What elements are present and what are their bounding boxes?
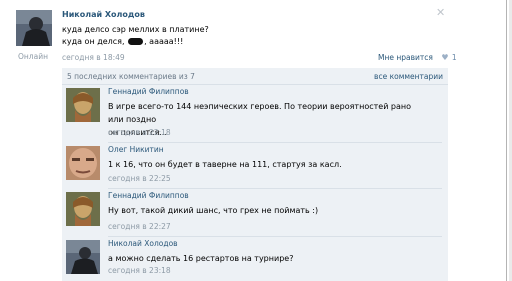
like-button[interactable]: Мне нравится ♥ 1 (378, 53, 457, 62)
comment-item: Олег Никитин 1 к 16, что он будет в таве… (62, 144, 448, 188)
comment-item: Геннадий Филиппов В игре всего-то 144 не… (62, 86, 448, 142)
commenter-avatar[interactable] (66, 146, 100, 180)
comment-time[interactable]: сегодня в 23:18 (108, 266, 171, 275)
window-border (506, 0, 507, 281)
comment-item: Геннадий Филиппов Ну вот, такой дикий ша… (62, 190, 448, 236)
comment-divider (108, 236, 442, 237)
comment-item: Николай Холодов а можно сделать 16 реста… (62, 238, 448, 281)
redacted-mark (128, 38, 144, 45)
comments-section: 5 последних комментариев из 7 все коммен… (62, 68, 448, 281)
comment-text-line1: 1 к 16, что он будет в таверне на 111, с… (108, 160, 342, 169)
comment-author[interactable]: Геннадий Филиппов (108, 191, 189, 200)
comment-text: Ну вот, такой дикий шанс, что грех не по… (108, 204, 428, 217)
comment-text-line1: а можно сделать 16 рестартов на турнире? (108, 254, 294, 263)
comment-text: а можно сделать 16 рестартов на турнире? (108, 252, 428, 265)
commenter-avatar[interactable] (66, 192, 100, 226)
comments-header: 5 последних комментариев из 7 все коммен… (62, 68, 448, 85)
comment-text-line1: Ну вот, такой дикий шанс, что грех не по… (108, 206, 319, 215)
post-text-line2: куда он делся, , ааааа!!! (62, 37, 184, 46)
comment-author[interactable]: Олег Никитин (108, 145, 164, 154)
like-count: 1 (451, 53, 457, 62)
comment-divider (108, 142, 442, 143)
comment-time[interactable]: сегодня в 22:25 (108, 174, 171, 183)
author-avatar[interactable] (16, 10, 52, 46)
comment-time[interactable]: сегодня в 22:18 (108, 128, 171, 137)
post-author[interactable]: Николай Холодов (62, 10, 145, 19)
commenter-avatar[interactable] (66, 88, 100, 122)
post-time[interactable]: сегодня в 18:49 (62, 53, 125, 62)
post-text-after: ааааа!!! (149, 37, 184, 46)
comment-text: 1 к 16, что он будет в таверне на 111, с… (108, 158, 428, 171)
heart-icon: ♥ (441, 53, 449, 62)
comment-text-line1: В игре всего-то 144 неэпических героев. … (108, 102, 412, 124)
close-icon[interactable]: ✕ (436, 6, 445, 19)
like-label: Мне нравится (378, 53, 433, 62)
online-status: Онлайн (18, 52, 48, 61)
comment-time[interactable]: сегодня в 22:27 (108, 222, 171, 231)
comment-author[interactable]: Николай Холодов (108, 239, 178, 248)
post-text-line1: куда делсо сэр меллих в платине? (62, 25, 209, 34)
post-text-before: куда он делся, (62, 37, 125, 46)
comments-count: 5 последних комментариев из 7 (67, 72, 195, 81)
comment-divider (108, 188, 442, 189)
commenter-avatar[interactable] (66, 240, 100, 274)
all-comments-link[interactable]: все комментарии (374, 72, 443, 81)
comment-author[interactable]: Геннадий Филиппов (108, 87, 189, 96)
